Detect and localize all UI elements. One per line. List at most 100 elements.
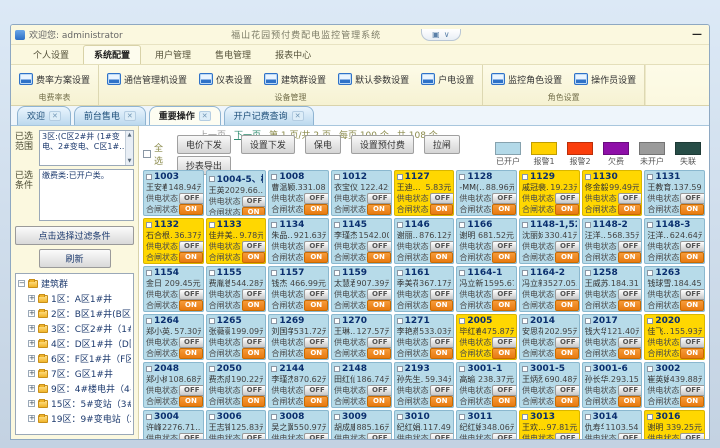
supply-status-button[interactable]: OFF (242, 196, 267, 207)
card-checkbox[interactable] (146, 270, 152, 276)
supply-status-button[interactable]: OFF (680, 241, 705, 252)
ribbon-button-仪表设置[interactable]: 仪表设置 (197, 72, 254, 87)
range-scrollbar[interactable]: ▲▼ (125, 131, 133, 165)
ribbon-button-费率方案设置[interactable]: 费率方案设置 (17, 72, 92, 87)
breaker-status-button[interactable]: ON (492, 300, 516, 311)
meter-card[interactable]: 2144李瑾杰870.62元供电状态OFF合闸状态ON (268, 362, 329, 408)
card-checkbox[interactable] (647, 414, 653, 420)
meter-card[interactable]: 3006王志锋125.83元供电状态OFF合闸状态ON (206, 410, 267, 439)
card-checkbox[interactable] (146, 366, 152, 372)
meter-card[interactable]: 1271李艳燕533.03元供电状态OFF合闸状态ON (394, 314, 455, 360)
refresh-button[interactable]: 刷新 (39, 249, 111, 268)
toolbar-button-设置下发[interactable]: 设置下发 (241, 135, 295, 154)
card-checkbox[interactable] (647, 318, 653, 324)
card-checkbox[interactable] (459, 174, 465, 180)
card-checkbox[interactable] (271, 414, 277, 420)
breaker-status-button[interactable]: ON (179, 204, 203, 215)
meter-card[interactable]: 1258王威苏…184.31元供电状态OFF合闸状态ON (582, 266, 643, 312)
supply-status-button[interactable]: OFF (179, 433, 204, 439)
chevron-down-icon[interactable]: ∨ (444, 30, 450, 39)
supply-status-button[interactable]: OFF (179, 289, 204, 300)
tab-开户记费查询[interactable]: 开户记费查询✕ (224, 106, 314, 125)
supply-status-button[interactable]: OFF (242, 289, 267, 300)
supply-status-button[interactable]: OFF (492, 385, 517, 396)
tree-item[interactable]: +19区：9#变电站（2#… (18, 411, 131, 426)
breaker-status-button[interactable]: ON (304, 300, 328, 311)
card-checkbox[interactable] (647, 366, 653, 372)
card-checkbox[interactable] (334, 222, 340, 228)
supply-status-button[interactable]: OFF (492, 193, 517, 204)
ribbon-button-默认参数设置[interactable]: 默认参数设置 (336, 72, 411, 87)
breaker-status-button[interactable]: ON (618, 252, 642, 263)
collapse-icon[interactable]: − (18, 280, 25, 287)
card-checkbox[interactable] (585, 318, 591, 324)
toolbar-button-设置预付费[interactable]: 设置预付费 (351, 135, 414, 154)
meter-card[interactable]: 1128-MM(…88.96元供电状态OFF合闸状态ON (456, 170, 517, 216)
breaker-status-button[interactable]: ON (430, 252, 454, 263)
breaker-status-button[interactable]: ON (179, 396, 203, 407)
meter-card[interactable]: 1264郑小英…57.30元供电状态OFF合闸状态ON (143, 314, 204, 360)
expand-icon[interactable]: + (28, 310, 35, 317)
tree-item[interactable]: +6区：F区1#井（F区1#… (18, 351, 131, 366)
supply-status-button[interactable]: OFF (430, 289, 455, 300)
supply-status-button[interactable]: OFF (304, 193, 329, 204)
meter-card[interactable]: 1148-2汪洋…568.35元供电状态OFF合闸状态ON (582, 218, 643, 264)
select-all[interactable]: 全选 (143, 141, 169, 167)
tree-item[interactable]: +3区：C区2#井（1#变… (18, 321, 131, 336)
toolbar-button-保电[interactable]: 保电 (305, 135, 341, 154)
card-checkbox[interactable] (397, 366, 403, 372)
meter-card[interactable]: 1155费胤德544.28元供电状态OFF合闸状态ON (206, 266, 267, 312)
breaker-status-button[interactable]: ON (555, 204, 579, 215)
card-checkbox[interactable] (647, 222, 653, 228)
meter-card[interactable]: 2148田红仙186.74元供电状态OFF合闸状态ON (331, 362, 392, 408)
expand-icon[interactable]: + (28, 340, 35, 347)
meter-card[interactable]: 1164-2冯立新3527.05…供电状态OFF合闸状态ON (519, 266, 580, 312)
card-checkbox[interactable] (647, 270, 653, 276)
card-checkbox[interactable] (209, 414, 215, 420)
supply-status-button[interactable]: OFF (680, 337, 705, 348)
card-checkbox[interactable] (522, 414, 528, 420)
tree-root[interactable]: −建筑群 (18, 276, 131, 291)
supply-status-button[interactable]: OFF (555, 337, 580, 348)
breaker-status-button[interactable]: ON (430, 396, 454, 407)
card-checkbox[interactable] (334, 270, 340, 276)
meter-card[interactable]: 3004许峰2276.71…供电状态OFF合闸状态ON (143, 410, 204, 439)
supply-status-button[interactable]: OFF (367, 289, 392, 300)
supply-status-button[interactable]: OFF (179, 337, 204, 348)
breaker-status-button[interactable]: ON (367, 348, 391, 359)
breaker-status-button[interactable]: ON (680, 300, 704, 311)
minimize-button[interactable]: — (689, 29, 705, 40)
supply-status-button[interactable]: OFF (430, 193, 455, 204)
card-checkbox[interactable] (146, 414, 152, 420)
card-checkbox[interactable] (271, 174, 277, 180)
card-checkbox[interactable] (397, 222, 403, 228)
breaker-status-button[interactable]: ON (618, 300, 642, 311)
card-checkbox[interactable] (459, 318, 465, 324)
tree-item[interactable]: +2区：B区1#井(B区1#… (18, 306, 131, 321)
ribbon-button-户电设置[interactable]: 户电设置 (419, 72, 476, 87)
tree-item[interactable]: +1区：A区1#井 (18, 291, 131, 306)
meter-card[interactable]: 1133佳井美…9.78元供电状态OFF合闸状态ON (206, 218, 267, 264)
meter-card[interactable]: 1159太慧君907.39元供电状态OFF合闸状态ON (331, 266, 392, 312)
tab-close-icon[interactable]: ✕ (49, 111, 61, 121)
breaker-status-button[interactable]: ON (618, 396, 642, 407)
supply-status-button[interactable]: OFF (304, 433, 329, 439)
meter-card[interactable]: 1148-3汪洋…624.64元供电状态OFF合闸状态ON (644, 218, 705, 264)
card-checkbox[interactable] (146, 222, 152, 228)
breaker-status-button[interactable]: ON (492, 348, 516, 359)
breaker-status-button[interactable]: ON (492, 252, 516, 263)
breaker-status-button[interactable]: ON (242, 207, 266, 216)
card-checkbox[interactable] (209, 366, 215, 372)
breaker-status-button[interactable]: ON (430, 204, 454, 215)
tree-item[interactable]: +4区：D区1#井（D区1… (18, 336, 131, 351)
breaker-status-button[interactable]: ON (680, 252, 704, 263)
selected-range-box[interactable]: 3区:(C区2#井 (1#变电、2#变电、C区1#… ▲▼ (39, 130, 134, 166)
expand-icon[interactable]: + (28, 370, 35, 377)
card-checkbox[interactable] (397, 318, 403, 324)
supply-status-button[interactable]: OFF (367, 433, 392, 439)
meter-card[interactable]: 3001-1高瑜238.37元供电状态OFF合闸状态ON (456, 362, 517, 408)
meter-card[interactable]: 2050费杰成190.22元供电状态OFF合闸状态ON (206, 362, 267, 408)
card-checkbox[interactable] (647, 174, 653, 180)
tab-close-icon[interactable]: ✕ (199, 111, 211, 121)
supply-status-button[interactable]: OFF (430, 385, 455, 396)
